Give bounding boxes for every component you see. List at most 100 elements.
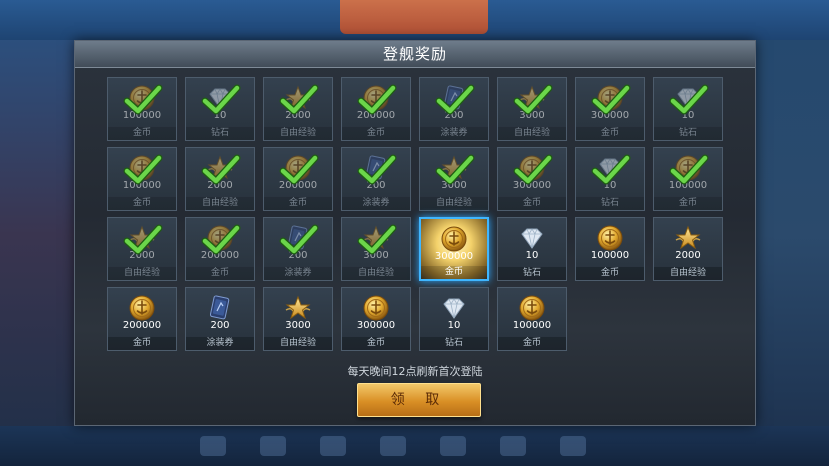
reward-name: 涂装券 (264, 267, 332, 280)
reward-amount: 200000 (122, 320, 162, 331)
reward-amount: 10 (447, 320, 461, 331)
background-menu-icon (200, 436, 226, 456)
reward-name: 钻石 (420, 337, 488, 350)
claimed-check-icon (279, 84, 319, 116)
reward-name: 自由经验 (420, 197, 488, 210)
claimed-check-icon (201, 224, 241, 256)
claimed-check-icon (435, 154, 475, 186)
gold-coin-icon (518, 294, 546, 322)
reward-slot: 3000 自由经验 (419, 147, 489, 211)
reward-name: 涂装券 (186, 337, 254, 350)
reward-slot: 100000 金币 (653, 147, 723, 211)
claimed-check-icon (591, 154, 631, 186)
reward-name: 金币 (498, 337, 566, 350)
reward-amount: 300000 (434, 251, 474, 262)
reward-slot: 3000 自由经验 (497, 77, 567, 141)
reward-name: 自由经验 (264, 127, 332, 140)
background-menu-icon (440, 436, 466, 456)
background-menu-icon (560, 436, 586, 456)
reward-slot[interactable]: 300000 金币 (419, 217, 489, 281)
reward-name: 涂装券 (420, 127, 488, 140)
reward-slot: 2000 自由经验 (107, 217, 177, 281)
reward-name: 金币 (421, 266, 487, 279)
gold-coin-icon (440, 225, 468, 253)
diamond-icon (518, 224, 546, 252)
reward-slot: 200000 金币 (263, 147, 333, 211)
reward-name: 金币 (576, 127, 644, 140)
reward-slot: 200 涂装券 (185, 287, 255, 351)
gold-star-icon (674, 224, 702, 252)
reward-slot: 100000 金币 (107, 147, 177, 211)
reward-amount: 2000 (675, 250, 701, 261)
gold-star-icon (284, 294, 312, 322)
claimed-check-icon (201, 84, 241, 116)
reward-amount: 10 (525, 250, 539, 261)
reward-slot: 300000 金币 (341, 287, 411, 351)
reward-slot: 100000 金币 (107, 77, 177, 141)
reward-slot: 300000 金币 (575, 77, 645, 141)
claimed-check-icon (357, 84, 397, 116)
background-menu-icon (320, 436, 346, 456)
background-menu-icon (500, 436, 526, 456)
claimed-check-icon (201, 154, 241, 186)
reward-name: 金币 (108, 127, 176, 140)
reward-name: 钻石 (654, 127, 722, 140)
claimed-check-icon (279, 154, 319, 186)
background-menu-icon (260, 436, 286, 456)
dialog-title: 登舰奖励 (382, 45, 447, 63)
reward-name: 金币 (498, 197, 566, 210)
reward-name: 自由经验 (342, 267, 410, 280)
claimed-check-icon (513, 154, 553, 186)
reward-name: 金币 (264, 197, 332, 210)
reward-slot: 100000 金币 (575, 217, 645, 281)
reward-slot: 10 钻石 (419, 287, 489, 351)
claimed-check-icon (357, 154, 397, 186)
claimed-check-icon (123, 84, 163, 116)
reward-name: 金币 (576, 267, 644, 280)
paint-voucher-icon (206, 294, 234, 322)
gold-coin-icon (128, 294, 156, 322)
diamond-icon (440, 294, 468, 322)
claimed-check-icon (669, 154, 709, 186)
reward-name: 自由经验 (654, 267, 722, 280)
reward-slot: 200 涂装券 (341, 147, 411, 211)
reward-slot: 10 钻石 (575, 147, 645, 211)
reward-name: 金币 (186, 267, 254, 280)
reward-amount: 300000 (356, 320, 396, 331)
reward-slot: 3000 自由经验 (263, 287, 333, 351)
background-left-blur (0, 40, 75, 430)
reward-name: 金币 (108, 337, 176, 350)
reward-slot: 200 涂装券 (263, 217, 333, 281)
background-right-blur (754, 40, 829, 430)
gold-coin-icon (362, 294, 390, 322)
boarding-reward-dialog: 登舰奖励 100000 金币 10 钻石 2000 自由经验 200000 金币 200 涂装券 3… (74, 40, 756, 426)
reward-slot: 2000 自由经验 (653, 217, 723, 281)
reward-name: 自由经验 (186, 197, 254, 210)
reward-slot: 10 钻石 (185, 77, 255, 141)
background-bottom-bar (0, 426, 829, 466)
reward-slot: 10 钻石 (497, 217, 567, 281)
reward-slot: 200000 金币 (107, 287, 177, 351)
reward-amount: 3000 (285, 320, 311, 331)
claimed-check-icon (357, 224, 397, 256)
reward-amount: 100000 (590, 250, 630, 261)
reward-slot: 10 钻石 (653, 77, 723, 141)
reward-slot: 200 涂装券 (419, 77, 489, 141)
claimed-check-icon (513, 84, 553, 116)
reward-name: 钻石 (576, 197, 644, 210)
reward-name: 钻石 (498, 267, 566, 280)
claim-button[interactable]: 领 取 (357, 383, 481, 417)
reward-amount: 100000 (512, 320, 552, 331)
reward-name: 涂装券 (342, 197, 410, 210)
claimed-check-icon (123, 224, 163, 256)
reward-name: 金币 (108, 197, 176, 210)
reward-name: 自由经验 (108, 267, 176, 280)
refresh-note: 每天晚间12点刷新首次登陆 (347, 365, 483, 378)
reward-slot: 3000 自由经验 (341, 217, 411, 281)
reward-name: 自由经验 (264, 337, 332, 350)
claimed-check-icon (591, 84, 631, 116)
reward-slot: 200000 金币 (185, 217, 255, 281)
reward-name: 自由经验 (498, 127, 566, 140)
reward-name: 金币 (342, 337, 410, 350)
reward-name: 钻石 (186, 127, 254, 140)
